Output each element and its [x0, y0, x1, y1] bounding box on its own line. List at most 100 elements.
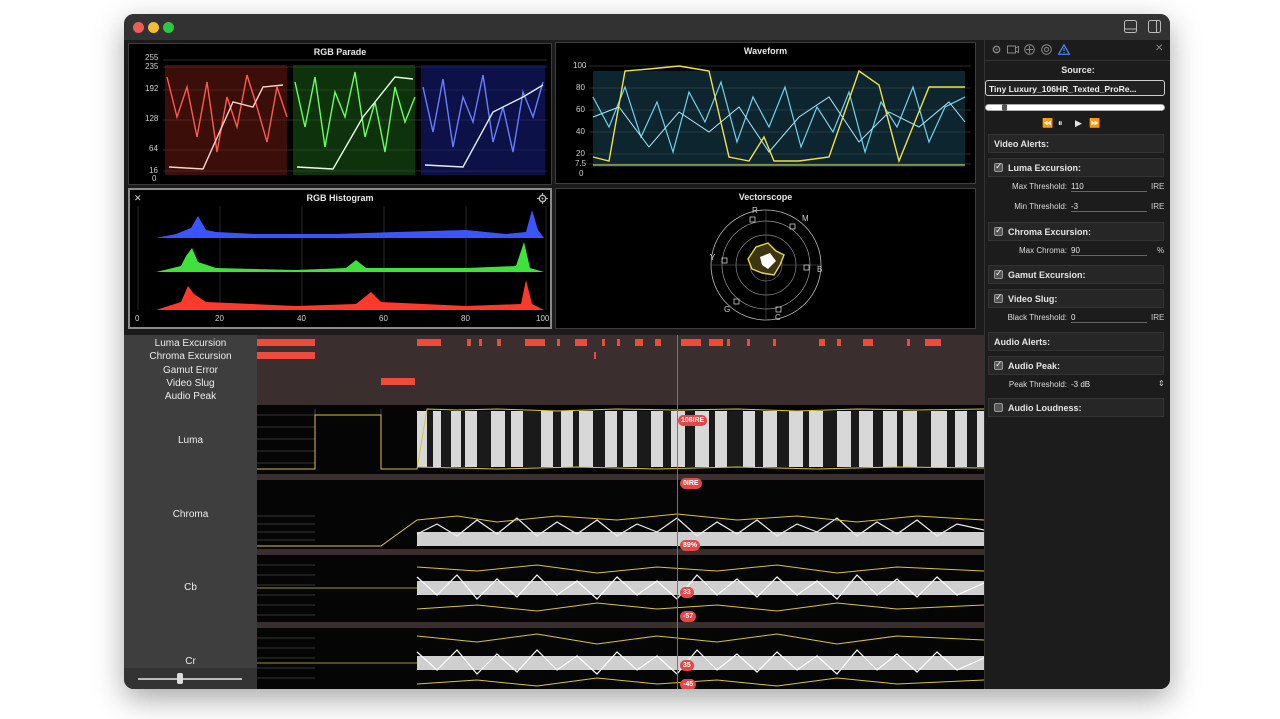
chroma-excursion-row[interactable]: Chroma Excursion:	[988, 222, 1164, 241]
waveform-axis-20: 20	[576, 149, 585, 158]
chroma-excursion-checkbox[interactable]	[994, 225, 1003, 236]
luma-min-unit: IRE	[1151, 202, 1165, 211]
waveform-axis-60: 60	[576, 105, 585, 114]
waveform-plot	[589, 65, 971, 167]
play-button[interactable]: ▶	[1075, 118, 1082, 129]
rgb-parade-plot	[163, 59, 547, 175]
rgb-parade-scope[interactable]: RGB Parade 255 235 192 128 64 16 0	[128, 43, 552, 185]
luma-max-threshold-input[interactable]: 110	[1071, 182, 1147, 192]
toggle-bottom-panel-icon[interactable]	[1124, 20, 1137, 33]
gear-icon[interactable]	[537, 193, 548, 204]
luma-min-threshold-label: Min Threshold:	[1014, 202, 1067, 211]
scrubber-handle[interactable]	[1002, 104, 1007, 111]
rewind-button[interactable]: ⏪	[1042, 118, 1053, 129]
audio-peak-row[interactable]: Audio Peak:	[988, 356, 1164, 375]
video-alerts-title: Video Alerts:	[994, 139, 1050, 149]
black-threshold-label: Black Threshold:	[1007, 313, 1067, 322]
peak-threshold-stepper[interactable]: ⇕	[1158, 379, 1165, 388]
histogram-close-button[interactable]: ✕	[134, 193, 142, 204]
black-threshold-input[interactable]: 0	[1071, 313, 1147, 323]
toggle-sidebar-icon[interactable]	[1148, 20, 1161, 33]
waveform-axis-100: 100	[573, 61, 587, 70]
scopes-icon[interactable]	[1024, 44, 1035, 55]
histogram-x-0: 0	[135, 314, 140, 323]
rgb-parade-title: RGB Parade	[313, 47, 367, 57]
alert-label-chroma-excursion: Chroma Excursion	[149, 351, 232, 362]
sidebar-close-button[interactable]: ✕	[1155, 43, 1163, 54]
track-label-chroma: Chroma	[172, 509, 209, 520]
audio-alerts-title: Audio Alerts:	[994, 337, 1051, 347]
zoom-slider-track[interactable]	[138, 678, 242, 680]
zoom-slider-knob[interactable]	[176, 673, 183, 684]
luma-track-lane[interactable]	[257, 405, 984, 474]
peak-threshold-label: Peak Threshold:	[1008, 380, 1067, 389]
zoom-slider-bar	[124, 668, 257, 689]
track-label-luma: Luma	[177, 435, 203, 446]
cb-top-badge: 33	[680, 587, 694, 598]
cb-bottom-badge: -57	[680, 611, 697, 622]
luma-top-badge: 106IRE	[678, 415, 708, 426]
cb-track-lane[interactable]	[257, 555, 984, 622]
video-slug-checkbox[interactable]	[994, 292, 1003, 303]
rgb-histogram-title: RGB Histogram	[306, 193, 374, 203]
luma-max-threshold-label: Max Threshold:	[1012, 182, 1067, 191]
vectorscope-plot	[710, 209, 822, 321]
pause-button[interactable]: ⏸	[1058, 118, 1063, 129]
close-window-button[interactable]	[133, 22, 144, 33]
vectorscope-title: Vectorscope	[738, 192, 793, 202]
cb-track-plot	[257, 564, 984, 616]
histogram-x-60: 60	[379, 314, 388, 323]
parade-axis-235: 235	[145, 62, 159, 71]
audio-loudness-row[interactable]: Audio Loudness:	[988, 398, 1164, 417]
cr-track-lane[interactable]	[257, 628, 984, 689]
gamut-excursion-label: Gamut Excursion:	[1008, 270, 1086, 280]
rgb-histogram-scope[interactable]: RGB Histogram ✕ 0 20 40 60 80 100	[128, 188, 552, 329]
audio-alerts-header: Audio Alerts:	[988, 332, 1164, 351]
chroma-track-lane[interactable]	[257, 480, 984, 549]
luma-excursion-label: Luma Excursion:	[1008, 163, 1082, 173]
source-label: Source:	[1061, 65, 1095, 75]
max-chroma-label: Max Chroma:	[1018, 246, 1067, 255]
waveform-axis-7-5: 7.5	[575, 159, 587, 168]
gamut-excursion-checkbox[interactable]	[994, 268, 1003, 279]
waveform-scope[interactable]: Waveform 100 80 60 40 20 7.5 0	[555, 42, 976, 184]
gamut-excursion-row[interactable]: Gamut Excursion:	[988, 265, 1164, 284]
gear-icon[interactable]	[991, 44, 1002, 55]
vectorscope-marker-m: M	[802, 214, 809, 223]
source-field[interactable]: Tiny Luxury_106HR_Texted_ProRe...	[985, 80, 1165, 96]
waveform-axis-40: 40	[576, 127, 585, 136]
fast-forward-button[interactable]: ⏩	[1089, 118, 1100, 129]
luma-bottom-badge: 0IRE	[680, 478, 702, 489]
chroma-badge: 89%	[680, 540, 701, 551]
vectorscope-marker-b: B	[817, 265, 823, 274]
track-labels-column: Luma Excursion Chroma Excursion Gamut Er…	[124, 335, 257, 689]
source-scrubber[interactable]	[985, 104, 1165, 111]
alert-triangle-icon[interactable]	[1058, 44, 1070, 55]
sidebar-toolbar: ✕	[985, 40, 1170, 61]
waveform-axis-0: 0	[579, 169, 584, 178]
alert-markers	[257, 339, 941, 385]
luma-excursion-checkbox[interactable]	[994, 161, 1003, 172]
peak-threshold-input[interactable]: -3 dB	[1071, 380, 1147, 389]
luma-excursion-row[interactable]: Luma Excursion:	[988, 158, 1164, 177]
luma-min-threshold-input[interactable]: -3	[1071, 202, 1147, 212]
vectorscope-marker-r: R	[752, 206, 758, 215]
source-value: Tiny Luxury_106HR_Texted_ProRe...	[989, 84, 1137, 94]
vectorscope-marker-y: Y	[710, 253, 716, 262]
zoom-window-button[interactable]	[163, 22, 174, 33]
video-slug-row[interactable]: Video Slug:	[988, 289, 1164, 308]
max-chroma-input[interactable]: 90	[1071, 246, 1147, 256]
cr-bottom-badge: -45	[680, 679, 697, 689]
audio-loudness-label: Audio Loudness:	[1008, 403, 1082, 413]
playhead[interactable]	[677, 335, 678, 689]
target-icon[interactable]	[1041, 44, 1052, 55]
vectorscope-scope[interactable]: Vectorscope R M B C G Y	[555, 188, 976, 329]
audio-loudness-checkbox[interactable]	[994, 403, 1003, 412]
audio-peak-checkbox[interactable]	[994, 359, 1003, 370]
histogram-x-100: 100	[536, 314, 550, 323]
vectorscope-marker-c: C	[775, 313, 781, 322]
alerts-strip[interactable]	[257, 335, 984, 405]
minimize-window-button[interactable]	[148, 22, 159, 33]
camera-icon[interactable]	[1007, 44, 1019, 55]
audio-peak-label: Audio Peak:	[1008, 361, 1061, 371]
